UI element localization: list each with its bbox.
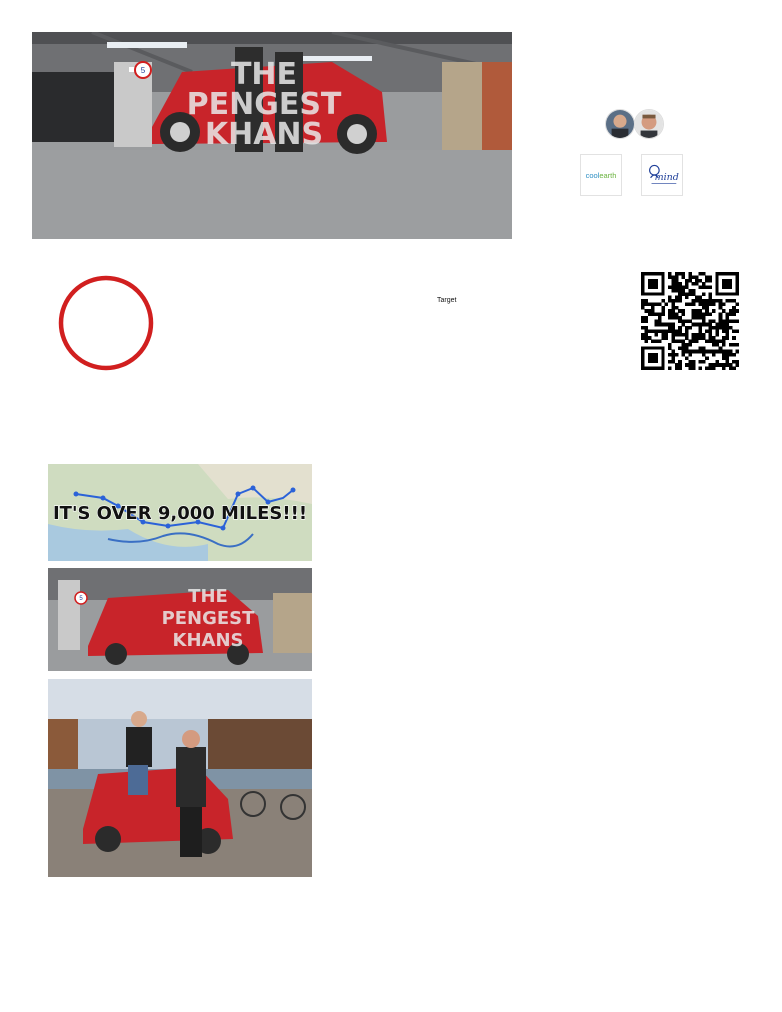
progress-ring-svg — [58, 275, 154, 371]
avatar-photo-1 — [606, 110, 634, 138]
car-title-line3: KHANS — [173, 630, 244, 651]
route-map-art: IT'S OVER 9,000 MILES!!! — [48, 464, 312, 561]
avatar-photo-2 — [635, 110, 663, 138]
hero-image: 5 THE PENGEST KHANS — [32, 32, 512, 239]
fundraising-progress-ring — [57, 274, 155, 372]
coolearth-logo-cool: cool — [585, 170, 600, 180]
car-title-line1: THE — [188, 586, 228, 607]
progress-ring-track — [58, 275, 154, 371]
coolearth-logo-earth: earth — [599, 170, 617, 180]
target-label: Target — [437, 297, 457, 304]
gallery-image-route-map[interactable]: IT'S OVER 9,000 MILES!!! — [48, 464, 312, 561]
team-member-avatar-1[interactable] — [605, 109, 635, 139]
map-banner-text: IT'S OVER 9,000 MILES!!! — [53, 503, 307, 524]
mind-logo-text: mind — [655, 172, 679, 183]
qr-finder-pattern-2 — [715, 272, 739, 296]
qr-finder-pattern-1 — [641, 272, 665, 296]
hero-image-art: 5 THE PENGEST KHANS — [32, 32, 512, 239]
gallery-image-car-garage[interactable]: 5 THE PENGEST KHANS — [48, 568, 312, 671]
hero-title-line3: KHANS — [205, 117, 323, 152]
qr-code-icon — [641, 272, 740, 371]
charity-logo-mind[interactable]: mind — [641, 154, 683, 196]
team-member-avatar-2[interactable] — [634, 109, 664, 139]
car-title-line2: PENGEST — [162, 608, 256, 629]
charity-logo-coolearth[interactable]: cool earth — [580, 154, 622, 196]
riverside-photo-art — [48, 679, 312, 877]
mind-logo-icon: mind — [649, 164, 679, 184]
gallery-image-riverside[interactable] — [48, 679, 312, 877]
qr-finder-pattern-3 — [641, 346, 665, 370]
qr-code-graphic — [641, 272, 740, 371]
hero-sign-number: 5 — [141, 66, 146, 75]
car-garage-art: 5 THE PENGEST KHANS — [48, 568, 312, 671]
